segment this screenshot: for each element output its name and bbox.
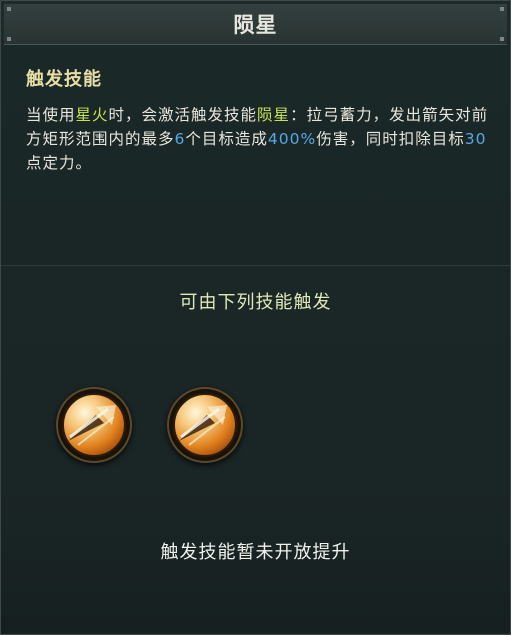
panel-title: 陨星 xyxy=(233,13,278,37)
corner-ornament xyxy=(500,37,504,41)
upgrade-unavailable-note: 触发技能暂未开放提升 xyxy=(160,542,351,563)
description-text: 伤害，同时扣除目标 xyxy=(316,130,465,148)
arrow-shot-skill-icon xyxy=(62,393,126,457)
triggered-by-heading: 可由下列技能触发 xyxy=(179,292,332,313)
corner-ornament xyxy=(7,37,11,41)
damage-percent: 400% xyxy=(267,130,317,148)
source-skill-name: 星火 xyxy=(75,106,109,124)
description-text: 当使用 xyxy=(26,106,76,124)
skill-tooltip-panel: 陨星 触发技能 当使用星火时，会激活触发技能陨星：拉弓蓄力，发出箭矢对前方矩形范… xyxy=(0,0,511,635)
arrow-shot-skill-icon xyxy=(173,393,237,457)
triggering-skill-slot-2[interactable] xyxy=(167,387,243,463)
description-text: 点定力。 xyxy=(26,154,93,172)
skill-description: 当使用星火时，会激活触发技能陨星：拉弓蓄力，发出箭矢对前方矩形范围内的最多6个目… xyxy=(26,103,496,175)
poise-points: 30 xyxy=(464,130,487,148)
triggering-skill-slot-1[interactable] xyxy=(56,387,132,463)
target-count: 6 xyxy=(174,130,186,148)
description-text: 时，会激活触发技能 xyxy=(108,106,258,124)
triggered-by-section: 可由下列技能触发 触发技能暂未开放提升 xyxy=(1,266,510,634)
description-text: 个目标造成 xyxy=(185,130,268,148)
trigger-skill-section: 触发技能 当使用星火时，会激活触发技能陨星：拉弓蓄力，发出箭矢对前方矩形范围内的… xyxy=(1,45,510,266)
trigger-skill-name: 陨星 xyxy=(257,106,291,124)
corner-ornament xyxy=(7,7,11,11)
corner-ornament xyxy=(500,7,504,11)
trigger-skill-heading: 触发技能 xyxy=(26,69,102,90)
title-bar: 陨星 xyxy=(4,4,507,45)
